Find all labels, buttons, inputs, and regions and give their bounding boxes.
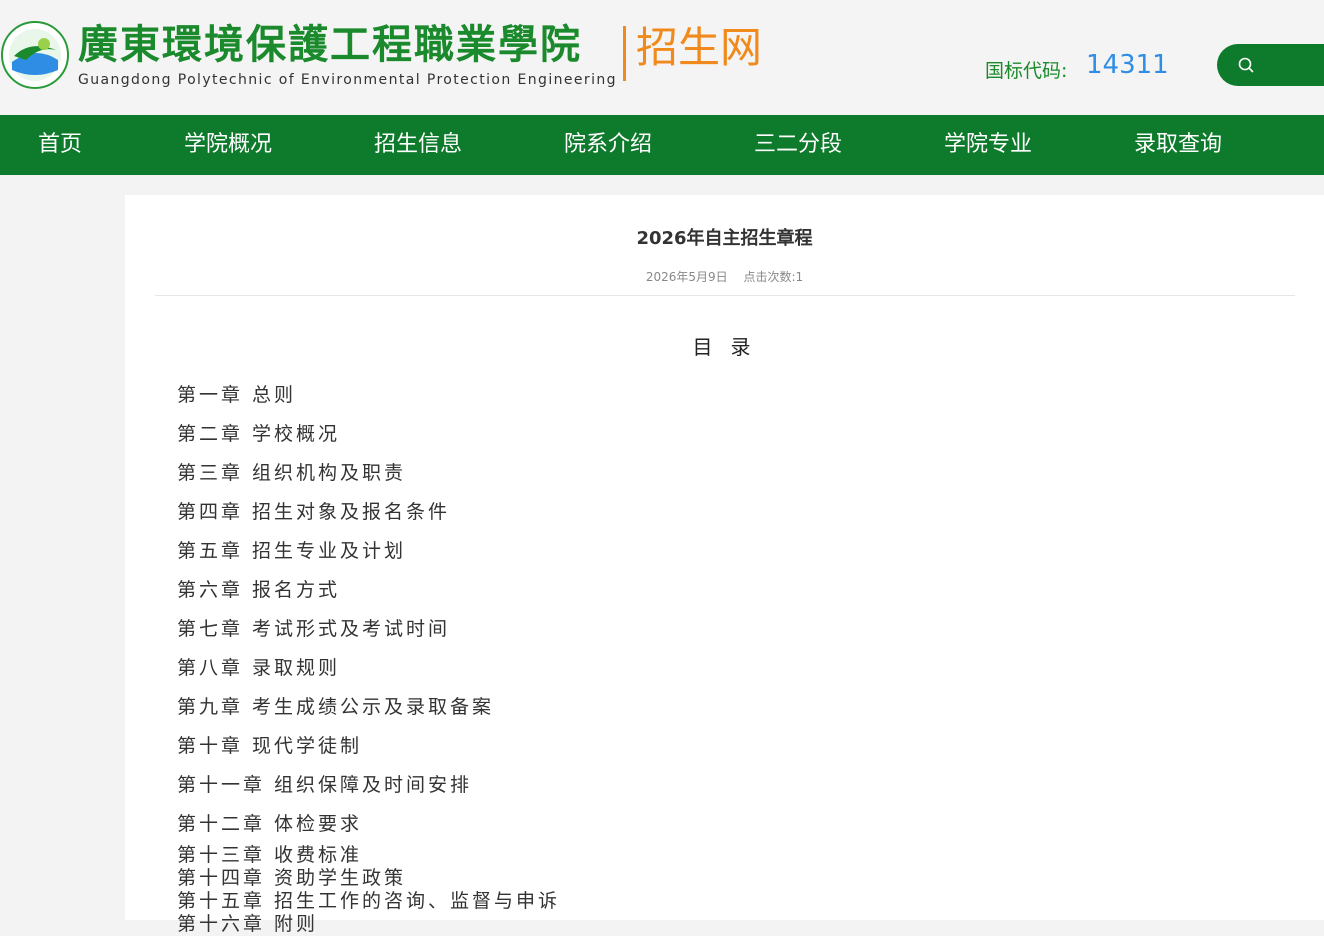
article-date: 2026年5月9日 xyxy=(645,270,728,284)
search-button[interactable] xyxy=(1217,44,1324,86)
article-meta: 2026年5月9日 点击次数:1 xyxy=(125,268,1324,285)
nav-item-majors[interactable]: 学院专业 xyxy=(944,115,1032,175)
nav-item-admission-query[interactable]: 录取查询 xyxy=(1134,115,1222,175)
nav-item-admissions-info[interactable]: 招生信息 xyxy=(374,115,462,175)
toc-item: 第五章 招生专业及计划 xyxy=(177,540,407,562)
school-name-cn[interactable]: 廣東環境保護工程職業學院 xyxy=(78,20,582,70)
article-title: 2026年自主招生章程 xyxy=(636,228,813,249)
toc-item: 第二章 学校概况 xyxy=(177,423,341,445)
toc-item: 第六章 报名方式 xyxy=(177,579,341,601)
toc-item: 第十章 现代学徒制 xyxy=(177,735,363,757)
article-divider xyxy=(155,295,1295,296)
article-panel: 2026年自主招生章程 2026年5月9日 点击次数:1 目录 第一章 总则 第… xyxy=(125,195,1324,935)
national-code-value: 14311 xyxy=(1086,50,1169,80)
school-emblem-icon[interactable] xyxy=(0,20,70,90)
toc-item: 第九章 考生成绩公示及录取备案 xyxy=(177,696,495,718)
toc-heading: 目录 xyxy=(692,335,769,359)
main-nav: 首页 学院概况 招生信息 院系介绍 三二分段 学院专业 录取查询 xyxy=(0,115,1324,175)
nav-item-about[interactable]: 学院概况 xyxy=(184,115,272,175)
toc-item: 第八章 录取规则 xyxy=(177,657,341,679)
toc-item: 第三章 组织机构及职责 xyxy=(177,462,407,484)
site-name[interactable]: 招生网 xyxy=(636,22,762,74)
logo-divider xyxy=(623,26,626,81)
toc-item: 第十六章 附则 xyxy=(177,913,319,935)
nav-item-three-two[interactable]: 三二分段 xyxy=(754,115,842,175)
nav-item-departments[interactable]: 院系介绍 xyxy=(564,115,652,175)
toc-item: 第七章 考试形式及考试时间 xyxy=(177,618,451,640)
school-name-en: Guangdong Polytechnic of Environmental P… xyxy=(78,72,617,88)
site-header: 廣東環境保護工程職業學院 Guangdong Polytechnic of En… xyxy=(0,0,1324,115)
article-hits: 点击次数:1 xyxy=(743,270,804,284)
toc-item: 第一章 总则 xyxy=(177,384,297,406)
search-icon[interactable] xyxy=(1237,56,1255,74)
toc-item: 第十二章 体检要求 xyxy=(177,813,363,835)
toc-item: 第四章 招生对象及报名条件 xyxy=(177,501,451,523)
national-code-label: 国标代码: xyxy=(985,60,1068,82)
nav-item-home[interactable]: 首页 xyxy=(38,115,82,175)
toc-item: 第十一章 组织保障及时间安排 xyxy=(177,774,473,796)
